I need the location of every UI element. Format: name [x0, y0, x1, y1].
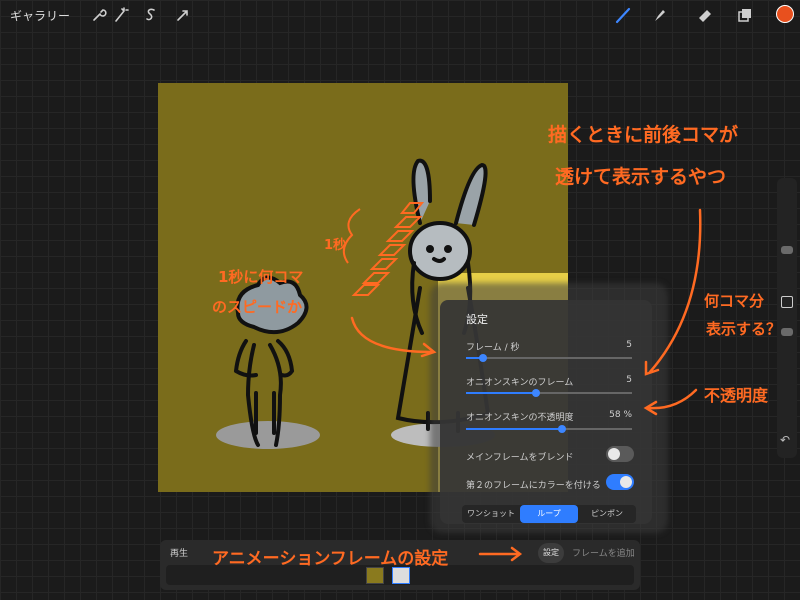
- eyedropper-button[interactable]: [781, 296, 793, 308]
- color-secondary-label: 第２のフレームにカラーを付ける: [466, 478, 601, 491]
- eraser-icon[interactable]: [696, 6, 714, 24]
- frame-rate-value: 5: [626, 340, 632, 350]
- onion-opacity-value: 58 %: [609, 410, 632, 420]
- frame-thumbnail[interactable]: [366, 567, 384, 584]
- onion-frames-value: 5: [626, 375, 632, 385]
- frames-count-note-line2: 表示する？: [706, 318, 781, 339]
- timeline-settings-button[interactable]: 設定: [538, 543, 564, 563]
- onion-opacity-label: オニオンスキンの不透明度: [466, 410, 574, 423]
- onion-frames-slider-knob[interactable]: [532, 389, 540, 397]
- onion-frames-label: オニオンスキンのフレーム: [466, 375, 573, 388]
- add-frame-button[interactable]: フレームを追加: [572, 546, 635, 559]
- play-button[interactable]: 再生: [170, 546, 188, 559]
- fps-note-line2: のスピードか: [212, 296, 302, 317]
- onion-opacity-slider[interactable]: [466, 428, 632, 430]
- opacity-note: 不透明度: [704, 382, 768, 406]
- transform-icon[interactable]: [174, 6, 192, 24]
- onion-opacity-slider-knob[interactable]: [558, 425, 566, 433]
- brush-icon[interactable]: [614, 6, 632, 24]
- mode-loop-button[interactable]: ループ: [520, 505, 578, 523]
- frame-rate-slider[interactable]: [466, 357, 632, 359]
- undo-icon[interactable]: ↶: [780, 433, 790, 447]
- top-toolbar: ギャラリー: [0, 0, 800, 30]
- onion-skin-note-line2: 透けて表示するやつ: [555, 162, 726, 189]
- panel-title: 設定: [466, 311, 488, 327]
- frame-rate-label: フレーム / 秒: [466, 340, 519, 353]
- gallery-button[interactable]: ギャラリー: [10, 7, 70, 24]
- brush-size-slider-handle[interactable]: [781, 246, 793, 254]
- layers-icon[interactable]: [736, 6, 754, 24]
- character-shadow: [216, 421, 320, 449]
- blend-main-frame-label: メインフレームをブレンド: [466, 450, 573, 463]
- frames-count-note-line1: 何コマ分: [704, 290, 764, 311]
- playback-mode-selector: ワンショット ループ ピンポン: [462, 505, 636, 523]
- opacity-slider-handle[interactable]: [781, 328, 793, 336]
- one-second-note: 1秒: [324, 234, 346, 253]
- smudge-icon[interactable]: [650, 6, 668, 24]
- wrench-icon[interactable]: [90, 6, 108, 24]
- selection-icon[interactable]: [142, 6, 160, 24]
- color-picker-button[interactable]: [776, 5, 794, 23]
- fps-note-line1: 1秒に何コマ: [218, 266, 303, 287]
- frame-rate-slider-knob[interactable]: [479, 354, 487, 362]
- mode-ping-pong-button[interactable]: ピンポン: [578, 505, 636, 523]
- color-secondary-toggle[interactable]: [606, 474, 634, 490]
- animation-settings-note: アニメーションフレームの設定: [212, 544, 448, 569]
- onion-skin-note-line1: 描くときに前後コマが: [548, 120, 738, 147]
- mode-one-shot-button[interactable]: ワンショット: [462, 505, 520, 523]
- blend-main-frame-toggle[interactable]: [606, 446, 634, 462]
- animation-settings-panel: 設定 フレーム / 秒 5 オニオンスキンのフレーム 5 オニオンスキンの不透明…: [440, 300, 652, 524]
- frame-thumbnail-selected[interactable]: [392, 567, 410, 584]
- onion-frames-slider[interactable]: [466, 392, 632, 394]
- magic-wand-icon[interactable]: [112, 6, 130, 24]
